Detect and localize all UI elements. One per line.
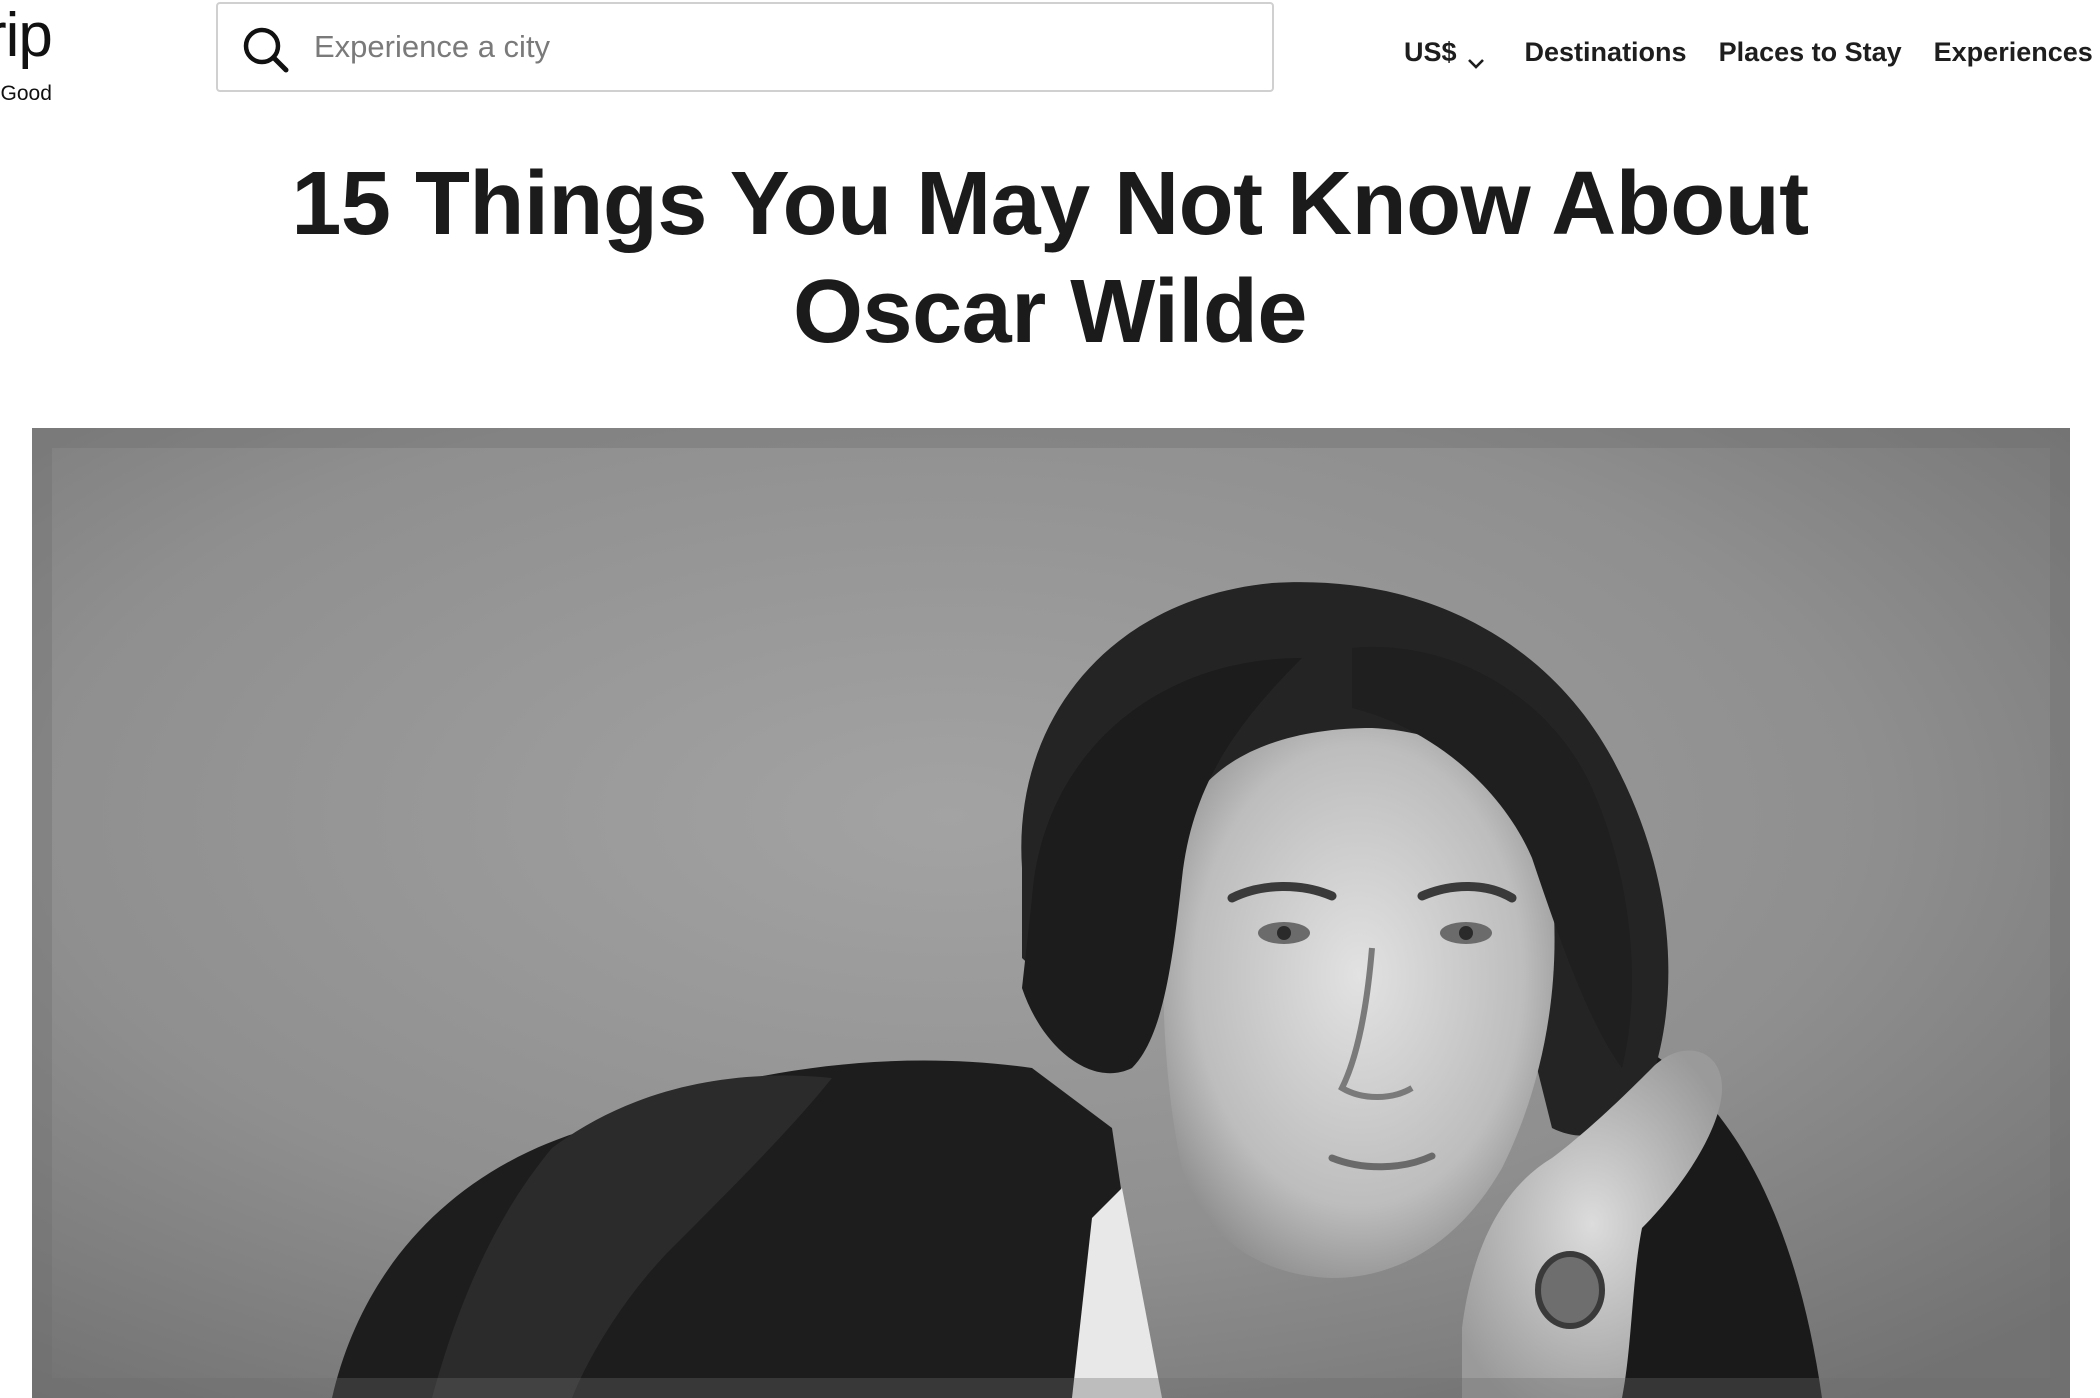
search-icon[interactable]	[240, 24, 292, 76]
hero-image	[32, 428, 2070, 1398]
chevron-down-icon	[1467, 46, 1485, 69]
portrait-photo	[32, 428, 2070, 1398]
main-nav: US$ Destinations Places to Stay Experien…	[1404, 30, 2093, 74]
nav-destinations[interactable]: Destinations	[1525, 37, 1687, 68]
logo-wordmark: rip	[0, 1, 53, 70]
search-input[interactable]	[314, 4, 1254, 90]
currency-selector[interactable]: US$	[1404, 36, 1485, 69]
nav-places-to-stay[interactable]: Places to Stay	[1719, 37, 1902, 68]
search-box[interactable]	[216, 2, 1274, 92]
article-title: 15 Things You May Not Know About Oscar W…	[0, 150, 2100, 366]
article-title-line-1: 15 Things You May Not Know About	[291, 154, 1809, 254]
article-title-line-2: Oscar Wilde	[793, 262, 1307, 362]
nav-experiences[interactable]: Experiences	[1934, 37, 2093, 68]
site-logo[interactable]: rip l Good	[0, 0, 120, 120]
site-header: rip l Good US$ Destinations Places to St…	[0, 0, 2100, 120]
currency-label: US$	[1404, 36, 1457, 67]
logo-tagline: l Good	[0, 82, 52, 105]
